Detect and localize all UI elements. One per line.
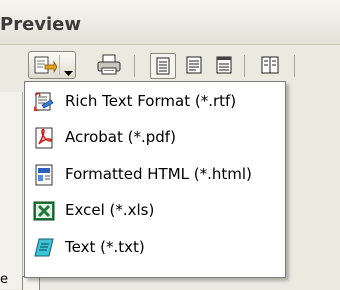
menu-item-label: Formatted HTML (*.html) [65,165,252,183]
two-page-view-icon [261,56,279,78]
toolbar-separator [134,55,135,77]
menu-item-pdf[interactable]: Acrobat (*.pdf) [25,122,283,154]
rtf-icon [33,91,55,113]
menu-item-html[interactable]: Formatted HTML (*.html) [25,159,283,191]
menu-item-label: Rich Text Format (*.rtf) [65,92,237,110]
text-view-icon [216,56,232,78]
print-button[interactable] [94,51,126,79]
page-width-view-icon [186,56,202,78]
background-text-fragment: e [0,272,8,287]
export-button[interactable] [28,51,76,79]
preview-side-panel [0,92,23,289]
menu-item-text[interactable]: Text (*.txt) [25,232,283,264]
menu-item-excel[interactable]: Excel (*.xls) [25,195,283,227]
menu-item-label: Excel (*.xls) [65,201,155,219]
text-file-icon [33,237,55,259]
export-dropdown-menu: Rich Text Format (*.rtf) Acrobat (*.pdf)… [24,81,286,278]
export-button-divider [59,55,60,75]
window-title: Preview [0,14,82,35]
text-view-button[interactable] [212,53,238,79]
html-icon [33,164,55,186]
single-page-view-icon [155,57,171,79]
pdf-icon [33,127,55,149]
export-document-icon [33,55,58,81]
chevron-down-icon[interactable] [64,62,73,81]
menu-item-label: Acrobat (*.pdf) [65,128,176,146]
menu-item-rtf[interactable]: Rich Text Format (*.rtf) [25,86,283,118]
excel-icon [33,200,55,222]
toolbar-separator [244,55,245,77]
background-control-fragment [22,276,40,290]
single-page-view-button[interactable] [150,53,176,79]
menu-item-label: Text (*.txt) [65,238,145,256]
printer-icon [96,53,122,81]
window-titlebar: Preview [0,0,340,45]
toolbar-separator [294,55,295,77]
two-page-view-button[interactable] [258,53,284,79]
page-width-view-button[interactable] [182,53,208,79]
